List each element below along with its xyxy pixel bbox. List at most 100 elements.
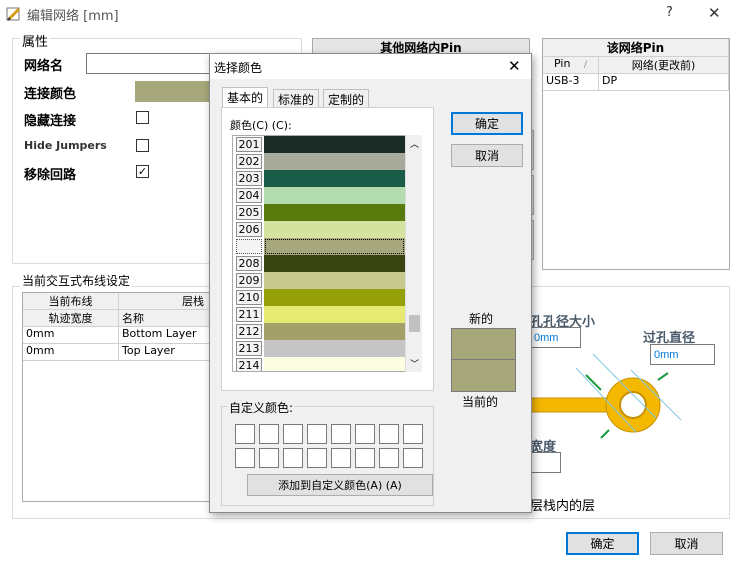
color-dialog-titlebar: 选择颜色 ✕ bbox=[210, 54, 531, 79]
app-icon bbox=[6, 6, 22, 22]
custom-color-box[interactable] bbox=[235, 424, 255, 444]
net-name-input[interactable] bbox=[86, 53, 216, 74]
tab-standard[interactable]: 标准的 bbox=[273, 89, 320, 107]
swatch-color[interactable] bbox=[264, 136, 405, 153]
swatch-color[interactable] bbox=[264, 272, 405, 289]
col-pin-label: Pin bbox=[554, 57, 571, 70]
swatch-row[interactable]: 214 bbox=[233, 357, 417, 371]
custom-color-box[interactable] bbox=[259, 424, 279, 444]
swatch-number: 202 bbox=[236, 154, 262, 169]
swatch-color[interactable] bbox=[264, 255, 405, 272]
custom-color-box[interactable] bbox=[355, 448, 375, 468]
width-input[interactable] bbox=[530, 452, 561, 473]
stack-layers-label: 层栈内的层 bbox=[530, 499, 596, 514]
swatch-color[interactable] bbox=[264, 187, 405, 204]
tab-basic[interactable]: 基本的 bbox=[222, 87, 269, 108]
new-color-swatch bbox=[452, 329, 515, 360]
custom-color-box[interactable] bbox=[283, 448, 303, 468]
custom-colors-label: 自定义颜色: bbox=[227, 399, 296, 416]
swatch-row[interactable]: 202 bbox=[233, 153, 417, 170]
custom-color-box[interactable] bbox=[307, 424, 327, 444]
swatch-color[interactable] bbox=[264, 357, 405, 371]
swatch-row[interactable]: 212 bbox=[233, 323, 417, 340]
swatch-scrollbar[interactable]: ︿ ﹀ bbox=[405, 135, 422, 372]
routing-width-cell[interactable]: 0mm bbox=[23, 344, 119, 361]
swatch-row[interactable]: 211 bbox=[233, 306, 417, 323]
swatch-list[interactable]: 201 202 203 204 205 206 208 209 210 211 212 213 214 bbox=[232, 135, 418, 372]
swatch-number: 213 bbox=[236, 341, 262, 356]
color-dialog-close-icon[interactable]: ✕ bbox=[508, 57, 521, 75]
col-pin-header[interactable]: Pin / bbox=[543, 57, 599, 74]
swatch-color[interactable] bbox=[264, 238, 405, 255]
swatch-color[interactable] bbox=[264, 340, 405, 357]
tab-custom[interactable]: 定制的 bbox=[323, 89, 370, 107]
conn-color-swatch[interactable] bbox=[135, 81, 215, 102]
properties-group-label: 属性 bbox=[20, 31, 51, 50]
swatch-color[interactable] bbox=[264, 153, 405, 170]
swatch-color[interactable] bbox=[264, 323, 405, 340]
swatch-color[interactable] bbox=[264, 170, 405, 187]
scroll-up-icon[interactable]: ︿ bbox=[410, 137, 419, 150]
net-name-label: 网络名 bbox=[24, 59, 64, 74]
pin-cell[interactable]: USB-3 bbox=[543, 74, 599, 91]
col-name-header: 名称 bbox=[119, 310, 211, 327]
swatch-row[interactable]: 205 bbox=[233, 204, 417, 221]
new-color-label: 新的 bbox=[469, 312, 494, 326]
routing-name-cell[interactable]: Top Layer bbox=[119, 344, 211, 361]
swatch-row[interactable]: 201 bbox=[233, 136, 417, 153]
routing-width-cell[interactable]: 0mm bbox=[23, 327, 119, 344]
hide-conn-checkbox[interactable] bbox=[136, 111, 149, 124]
remove-loops-checkbox[interactable]: ✓ bbox=[136, 165, 149, 178]
swatch-color[interactable] bbox=[264, 289, 405, 306]
conn-color-label: 连接颜色 bbox=[24, 87, 77, 102]
current-color-swatch bbox=[452, 360, 515, 391]
swatch-row[interactable]: 209 bbox=[233, 272, 417, 289]
dialog-cancel-button[interactable]: 取消 bbox=[451, 144, 523, 167]
routing-name-cell[interactable]: Bottom Layer bbox=[119, 327, 211, 344]
custom-color-box[interactable] bbox=[307, 448, 327, 468]
swatch-row[interactable]: 210 bbox=[233, 289, 417, 306]
custom-color-box[interactable] bbox=[331, 448, 351, 468]
close-icon[interactable]: ✕ bbox=[708, 4, 721, 22]
swatch-color[interactable] bbox=[264, 204, 405, 221]
net-cell[interactable]: DP bbox=[599, 74, 729, 91]
current-color-label: 当前的 bbox=[462, 395, 499, 409]
ok-button[interactable]: 确定 bbox=[566, 532, 639, 555]
swatch-number: 212 bbox=[236, 324, 262, 339]
sort-indicator: / bbox=[583, 60, 587, 70]
col-current-header: 当前布线 bbox=[23, 293, 119, 310]
custom-color-box[interactable] bbox=[235, 448, 255, 468]
help-button[interactable]: ? bbox=[666, 5, 673, 20]
swatch-row[interactable]: 204 bbox=[233, 187, 417, 204]
swatch-number: 206 bbox=[236, 222, 262, 237]
swatch-number: 210 bbox=[236, 290, 262, 305]
swatch-number bbox=[236, 239, 262, 254]
dialog-ok-button[interactable]: 确定 bbox=[451, 112, 523, 135]
hide-jumpers-checkbox[interactable] bbox=[136, 139, 149, 152]
swatch-row[interactable]: 203 bbox=[233, 170, 417, 187]
col-net-header[interactable]: 网络(更改前) bbox=[599, 57, 729, 74]
custom-color-box[interactable] bbox=[259, 448, 279, 468]
swatch-number: 203 bbox=[236, 171, 262, 186]
swatch-row[interactable]: 213 bbox=[233, 340, 417, 357]
scroll-down-icon[interactable]: ﹀ bbox=[410, 357, 419, 370]
swatch-row[interactable]: 208 bbox=[233, 255, 417, 272]
custom-color-box[interactable] bbox=[355, 424, 375, 444]
custom-color-box[interactable] bbox=[331, 424, 351, 444]
custom-color-box[interactable] bbox=[379, 448, 399, 468]
swatch-color[interactable] bbox=[264, 221, 405, 238]
custom-color-box[interactable] bbox=[403, 424, 423, 444]
custom-color-box[interactable] bbox=[283, 424, 303, 444]
swatch-row[interactable]: 206 bbox=[233, 221, 417, 238]
cancel-button[interactable]: 取消 bbox=[650, 532, 723, 555]
tab-panel: 颜色(C) (C): 201 202 203 204 205 206 208 209 210 21… bbox=[221, 107, 434, 391]
add-custom-color-button[interactable]: 添加到自定义颜色(A) (A) bbox=[247, 474, 433, 496]
swatch-color[interactable] bbox=[264, 306, 405, 323]
custom-color-box[interactable] bbox=[379, 424, 399, 444]
swatch-number: 205 bbox=[236, 205, 262, 220]
custom-color-box[interactable] bbox=[403, 448, 423, 468]
hide-conn-label: 隐藏连接 bbox=[24, 114, 77, 129]
swatch-number: 214 bbox=[236, 358, 262, 371]
swatch-row[interactable] bbox=[233, 238, 417, 255]
scroll-thumb[interactable] bbox=[409, 315, 420, 332]
